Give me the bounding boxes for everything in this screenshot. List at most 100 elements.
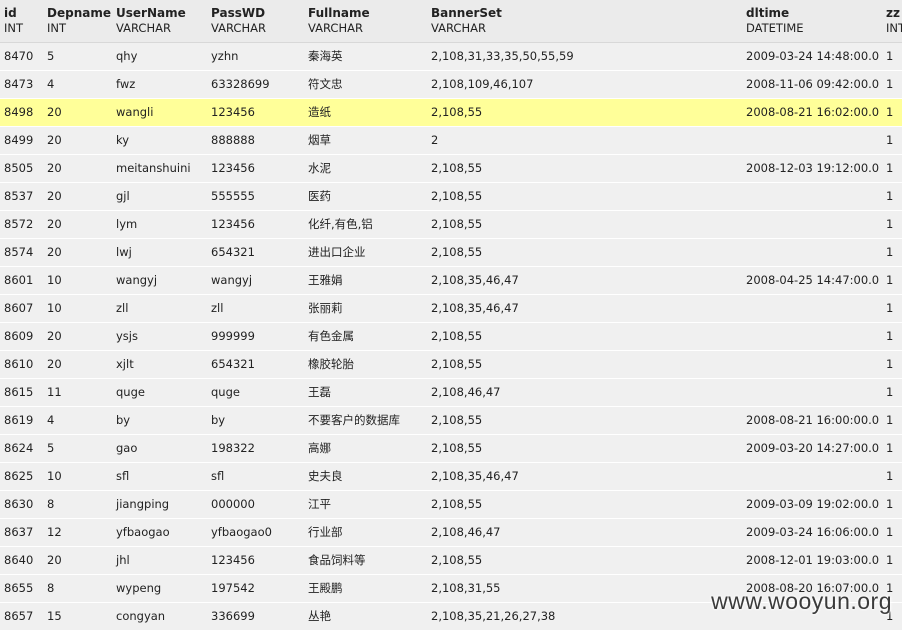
cell-zz: 1: [882, 98, 902, 127]
cell-fullname: 王雅娟: [304, 266, 427, 295]
table-row[interactable]: 8625 10 sfl sfl 史夫良 2,108,35,46,47 1: [0, 462, 902, 491]
cell-username: zll: [112, 294, 207, 323]
cell-id: 8637: [0, 518, 43, 547]
column-type: INT: [47, 21, 67, 35]
table-row[interactable]: 8609 20 ysjs 999999 有色金属 2,108,55 1: [0, 322, 902, 351]
cell-id: 8624: [0, 434, 43, 463]
table-row[interactable]: 8574 20 lwj 654321 进出口企业 2,108,55 1: [0, 238, 902, 267]
cell-zz: 1: [882, 546, 902, 575]
column-type: VARCHAR: [116, 21, 171, 35]
column-header-dltime[interactable]: dltime DATETIME: [742, 0, 882, 43]
cell-dltime: [742, 126, 882, 155]
column-header-passwd[interactable]: PassWD VARCHAR: [207, 0, 304, 43]
cell-id: 8505: [0, 154, 43, 183]
cell-username: quge: [112, 378, 207, 407]
column-name: zz: [886, 6, 900, 20]
cell-fullname: 医药: [304, 182, 427, 211]
cell-fullname: 烟草: [304, 126, 427, 155]
table-row[interactable]: 8637 12 yfbaogao yfbaogao0 行业部 2,108,46,47 200…: [0, 518, 902, 547]
table-row[interactable]: 8619 4 by by 不要客户的数据库 2,108,55 2008-08-21 16:0…: [0, 406, 902, 435]
cell-id: 8537: [0, 182, 43, 211]
cell-passwd: sfl: [207, 462, 304, 491]
column-header-bannerset[interactable]: BannerSet VARCHAR: [427, 0, 742, 43]
cell-bannerset: 2,108,46,47: [427, 518, 742, 547]
column-header-zz[interactable]: zzINT: [882, 0, 902, 43]
cell-id: 8655: [0, 574, 43, 603]
cell-username: ky: [112, 126, 207, 155]
cell-username: by: [112, 406, 207, 435]
column-name: dltime: [746, 6, 790, 20]
cell-fullname: 造纸: [304, 98, 427, 127]
table-row[interactable]: 8470 5 qhy yzhn 秦海英 2,108,31,33,35,50,55,59 20…: [0, 42, 902, 71]
table-row[interactable]: 8610 20 xjlt 654321 橡胶轮胎 2,108,55 1: [0, 350, 902, 379]
column-type: VARCHAR: [308, 21, 363, 35]
cell-bannerset: 2,108,35,46,47: [427, 294, 742, 323]
table-row[interactable]: 8607 10 zll zll 张丽莉 2,108,35,46,47 1: [0, 294, 902, 323]
cell-id: 8574: [0, 238, 43, 267]
column-header-depname[interactable]: Depname INT: [43, 0, 112, 43]
cell-depname: 20: [43, 238, 112, 267]
cell-username: fwz: [112, 70, 207, 99]
table-row[interactable]: 8505 20 meitanshuini 123456 水泥 2,108,55 2008-1…: [0, 154, 902, 183]
cell-passwd: by: [207, 406, 304, 435]
table-row[interactable]: 8537 20 gjl 555555 医药 2,108,55 1: [0, 182, 902, 211]
cell-bannerset: 2,108,35,21,26,27,38: [427, 602, 742, 631]
table-row[interactable]: 8601 10 wangyj wangyj 王雅娟 2,108,35,46,47 2008-…: [0, 266, 902, 295]
cell-dltime: [742, 294, 882, 323]
cell-username: meitanshuini: [112, 154, 207, 183]
cell-zz: 1: [882, 42, 902, 71]
column-header-username[interactable]: UserName VARCHAR: [112, 0, 207, 43]
column-name: Fullname: [308, 6, 370, 20]
cell-zz: 1: [882, 490, 902, 519]
table-row[interactable]: 8615 11 quge quge 王磊 2,108,46,47 1: [0, 378, 902, 407]
table-row[interactable]: 8499 20 ky 888888 烟草 2 1: [0, 126, 902, 155]
cell-bannerset: 2,108,109,46,107: [427, 70, 742, 99]
cell-passwd: 654321: [207, 238, 304, 267]
table-row[interactable]: 8624 5 gao 198322 高娜 2,108,55 2009-03-20 14:27…: [0, 434, 902, 463]
cell-fullname: 食品饲料等: [304, 546, 427, 575]
cell-username: lwj: [112, 238, 207, 267]
cell-bannerset: 2,108,55: [427, 238, 742, 267]
cell-fullname: 史夫良: [304, 462, 427, 491]
table-row[interactable]: 8473 4 fwz 63328699 符文忠 2,108,109,46,107 2008-…: [0, 70, 902, 99]
cell-depname: 4: [43, 70, 112, 99]
cell-bannerset: 2,108,55: [427, 182, 742, 211]
table-row[interactable]: 8630 8 jiangping 000000 江平 2,108,55 2009-03-09…: [0, 490, 902, 519]
cell-username: lym: [112, 210, 207, 239]
cell-dltime: [742, 238, 882, 267]
column-name: UserName: [116, 6, 186, 20]
table-row[interactable]: 8640 20 jhl 123456 食品饲料等 2,108,55 2008-12-01 1…: [0, 546, 902, 575]
cell-fullname: 化纤,有色,铝: [304, 210, 427, 239]
cell-passwd: 197542: [207, 574, 304, 603]
watermark: www.wooyun.org: [711, 588, 892, 614]
cell-depname: 12: [43, 518, 112, 547]
cell-id: 8625: [0, 462, 43, 491]
cell-passwd: 888888: [207, 126, 304, 155]
cell-passwd: 123456: [207, 98, 304, 127]
cell-username: gjl: [112, 182, 207, 211]
cell-dltime: 2008-08-21 16:00:00.0: [742, 406, 882, 435]
cell-username: wangyj: [112, 266, 207, 295]
column-name: Depname: [47, 6, 111, 20]
column-header-id[interactable]: id INT: [0, 0, 43, 43]
cell-dltime: [742, 350, 882, 379]
table-row[interactable]: 8572 20 lym 123456 化纤,有色,铝 2,108,55 1: [0, 210, 902, 239]
cell-dltime: 2008-08-21 16:02:00.0: [742, 98, 882, 127]
cell-bannerset: 2,108,35,46,47: [427, 266, 742, 295]
cell-dltime: [742, 462, 882, 491]
table-row[interactable]: 8498 20 wangli 123456 造纸 2,108,55 2008-08-21 1…: [0, 98, 902, 127]
results-table: id INT Depname INT UserName VARCHAR PassWD VARC…: [0, 0, 902, 631]
cell-fullname: 张丽莉: [304, 294, 427, 323]
cell-fullname: 水泥: [304, 154, 427, 183]
cell-depname: 5: [43, 42, 112, 71]
cell-id: 8615: [0, 378, 43, 407]
cell-fullname: 王殿鹏: [304, 574, 427, 603]
column-header-fullname[interactable]: Fullname VARCHAR: [304, 0, 427, 43]
cell-dltime: 2008-12-03 19:12:00.0: [742, 154, 882, 183]
cell-username: wypeng: [112, 574, 207, 603]
cell-username: congyan: [112, 602, 207, 631]
cell-fullname: 进出口企业: [304, 238, 427, 267]
cell-zz: 1: [882, 350, 902, 379]
cell-dltime: [742, 182, 882, 211]
cell-passwd: yzhn: [207, 42, 304, 71]
